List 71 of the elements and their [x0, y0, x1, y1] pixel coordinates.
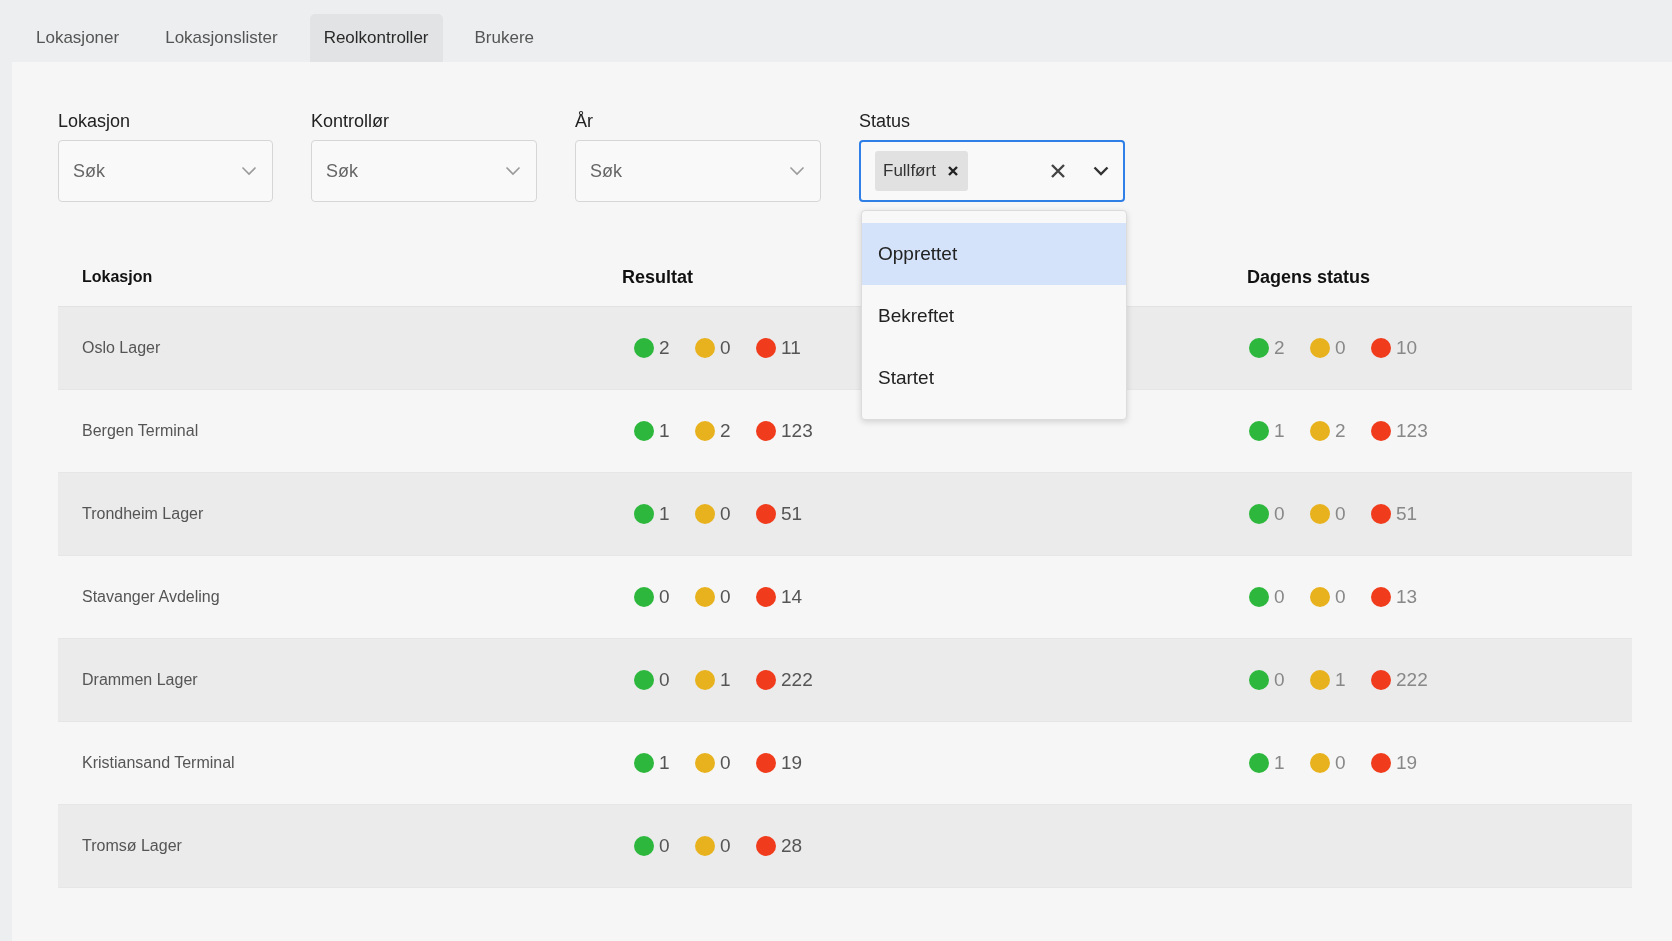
count-text: 19 [781, 752, 803, 774]
count-text: 2 [1274, 337, 1286, 359]
count-text: 28 [781, 835, 803, 857]
count-text: 1 [720, 669, 732, 691]
count-text: 1 [1274, 752, 1286, 774]
chevron-down-icon[interactable] [1093, 166, 1109, 176]
remove-icon[interactable] [947, 166, 958, 176]
select-field[interactable]: Søk [58, 140, 273, 202]
dropdown-option[interactable]: Bekreftet [862, 285, 1126, 347]
count-text: 2 [720, 420, 732, 442]
count-text: 0 [1274, 586, 1286, 608]
count-text: 0 [720, 503, 732, 525]
filter-label: Lokasjon [58, 110, 132, 132]
count-text: 0 [720, 337, 732, 359]
count-text: 19 [1396, 752, 1418, 774]
count-text: 222 [781, 669, 813, 691]
location-cell-text: Trondheim Lager [81, 505, 205, 523]
count-text: 0 [659, 669, 671, 691]
location-cell-text: Tromsø Lager [81, 837, 183, 855]
count-text: 2 [1335, 420, 1347, 442]
count-text: 0 [1335, 586, 1347, 608]
selected-tag[interactable]: Fullført [875, 151, 968, 191]
count-text: 1 [659, 420, 671, 442]
dropdown-option[interactable]: Startet [862, 347, 1126, 409]
count-text: 14 [781, 586, 803, 608]
count-text: 222 [1396, 669, 1428, 691]
nav-tab[interactable]: Lokasjonslister [151, 14, 292, 62]
location-cell-text: Oslo Lager [81, 339, 162, 357]
chevron-down-icon [505, 166, 521, 176]
count-text: 10 [1396, 337, 1418, 359]
status-select-field[interactable]: Fullført [859, 140, 1125, 202]
select-field[interactable]: Søk [311, 140, 537, 202]
count-text: 123 [1396, 420, 1428, 442]
clear-icon[interactable] [1051, 164, 1065, 178]
nav-tab[interactable]: Brukere [460, 14, 549, 62]
column-header: Lokasjon [81, 268, 154, 286]
count-text: 0 [659, 835, 671, 857]
chevron-down-icon [789, 166, 805, 176]
select-field[interactable]: Søk [575, 140, 821, 202]
count-text: 11 [781, 337, 801, 359]
count-text: 0 [1274, 503, 1286, 525]
column-header: Dagens status [1246, 266, 1372, 288]
count-text: 0 [1274, 669, 1286, 691]
chevron-down-icon [241, 166, 257, 176]
count-text: 51 [781, 503, 803, 525]
nav-tab[interactable]: Reolkontroller [309, 14, 443, 62]
count-text: 0 [720, 835, 732, 857]
count-text: 1 [1274, 420, 1286, 442]
filter-label: Status [859, 110, 912, 132]
count-text: 1 [659, 503, 671, 525]
count-text: 51 [1396, 503, 1418, 525]
count-text: 1 [659, 752, 671, 774]
filter-label: År [575, 110, 594, 132]
location-cell-text: Bergen Terminal [81, 422, 200, 440]
location-cell-text: Kristiansand Terminal [81, 754, 236, 772]
location-cell-text: Stavanger Avdeling [81, 588, 221, 606]
count-text: 2 [659, 337, 671, 359]
count-text: 0 [1335, 752, 1347, 774]
location-cell-text: Drammen Lager [81, 671, 199, 689]
filter-label: Kontrollør [311, 110, 391, 132]
count-text: 13 [1396, 586, 1418, 608]
count-text: 0 [1335, 503, 1347, 525]
count-text: 1 [1335, 669, 1347, 691]
count-text: 123 [781, 420, 813, 442]
column-header: Resultat [621, 266, 694, 288]
dropdown-option[interactable]: Opprettet [862, 223, 1126, 285]
count-text: 0 [1335, 337, 1347, 359]
nav-tab[interactable]: Lokasjoner [22, 14, 134, 62]
count-text: 0 [720, 586, 732, 608]
count-text: 0 [720, 752, 732, 774]
count-text: 0 [659, 586, 671, 608]
